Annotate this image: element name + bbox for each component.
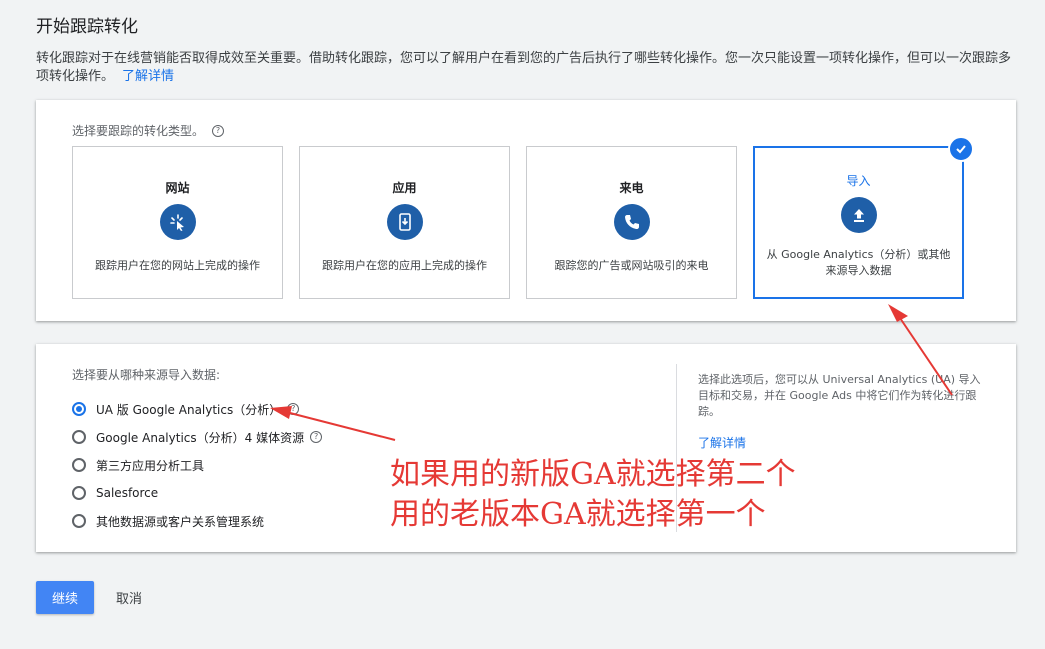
option-third-party[interactable]: 第三方应用分析工具 [72, 451, 322, 479]
learn-more-link[interactable]: 了解详情 [122, 69, 174, 84]
cancel-button[interactable]: 取消 [108, 581, 150, 614]
radio-button[interactable] [72, 430, 86, 444]
phone-icon [613, 204, 650, 240]
cursor-click-icon [159, 204, 196, 240]
tile-title: 网站 [165, 181, 190, 195]
tile-title: 导入 [846, 174, 871, 188]
annotation-line-2: 用的老版本GA就选择第一个 [390, 497, 766, 532]
continue-button[interactable]: 继续 [36, 581, 94, 614]
import-source-options: 选择要从哪种来源导入数据: UA 版 Google Analytics（分析） … [72, 366, 323, 535]
tile-desc: 从 Google Analytics（分析）或其他来源导入数据 [766, 248, 951, 277]
tile-app[interactable]: 应用 跟踪用户在您的应用上完成的操作 [299, 146, 510, 299]
intro-text: 转化跟踪对于在线营销能否取得成效至关重要。借助转化跟踪，您可以了解用户在看到您的… [36, 50, 1016, 86]
tile-title: 应用 [392, 181, 417, 195]
tile-import[interactable]: 导入 从 Google Analytics（分析）或其他来源导入数据 [753, 136, 974, 299]
mobile-app-icon [386, 204, 423, 240]
tile-desc: 跟踪您的广告或网站吸引的来电 [554, 259, 709, 272]
annotation-text: 如果用的新版GA就选择第二个 用的老版本GA就选择第一个 [390, 455, 796, 535]
option-label: Google Analytics（分析）4 媒体资源 [96, 430, 305, 445]
tile-title: 来电 [619, 181, 644, 195]
radio-button[interactable] [72, 486, 86, 500]
radio-button[interactable] [72, 458, 86, 472]
conversion-type-card: 选择要跟踪的转化类型。 ? 网站 跟踪用户在您的网站上完成的操作 应用 跟踪用户… [36, 100, 1016, 321]
option-label: Salesforce [96, 486, 159, 500]
option-label: UA 版 Google Analytics（分析） [96, 402, 282, 417]
learn-more-link[interactable]: 了解详情 [698, 434, 746, 451]
conversion-type-label-text: 选择要跟踪的转化类型。 [72, 124, 205, 138]
option-ga4[interactable]: Google Analytics（分析）4 媒体资源 ? [72, 423, 323, 451]
tile-desc: 跟踪用户在您的应用上完成的操作 [322, 259, 487, 272]
intro-body: 转化跟踪对于在线营销能否取得成效至关重要。借助转化跟踪，您可以了解用户在看到您的… [36, 51, 1012, 84]
annotation-line-1: 如果用的新版GA就选择第二个 [390, 457, 796, 492]
help-icon[interactable]: ? [310, 431, 323, 443]
radio-button[interactable] [72, 514, 86, 528]
radio-button[interactable] [72, 402, 86, 416]
help-icon[interactable]: ? [212, 124, 225, 137]
option-salesforce[interactable]: Salesforce [72, 479, 322, 507]
option-label: 其他数据源或客户关系管理系统 [96, 514, 265, 529]
check-icon [948, 136, 974, 162]
tile-desc: 跟踪用户在您的网站上完成的操作 [95, 259, 260, 272]
import-source-label: 选择要从哪种来源导入数据: [72, 368, 221, 382]
tile-calls[interactable]: 来电 跟踪您的广告或网站吸引的来电 [526, 146, 737, 299]
page-title: 开始跟踪转化 [36, 17, 138, 37]
help-icon[interactable]: ? [287, 403, 300, 415]
option-ua-analytics[interactable]: UA 版 Google Analytics（分析） ? [72, 395, 322, 423]
option-label: 第三方应用分析工具 [96, 458, 205, 473]
upload-icon [840, 197, 877, 233]
option-description: 选择此选项后，您可以从 Universal Analytics (UA) 导入目… [698, 373, 981, 418]
conversion-type-label: 选择要跟踪的转化类型。 ? [72, 122, 225, 139]
option-other-crm[interactable]: 其他数据源或客户关系管理系统 [72, 507, 322, 535]
tile-website[interactable]: 网站 跟踪用户在您的网站上完成的操作 [72, 146, 283, 299]
